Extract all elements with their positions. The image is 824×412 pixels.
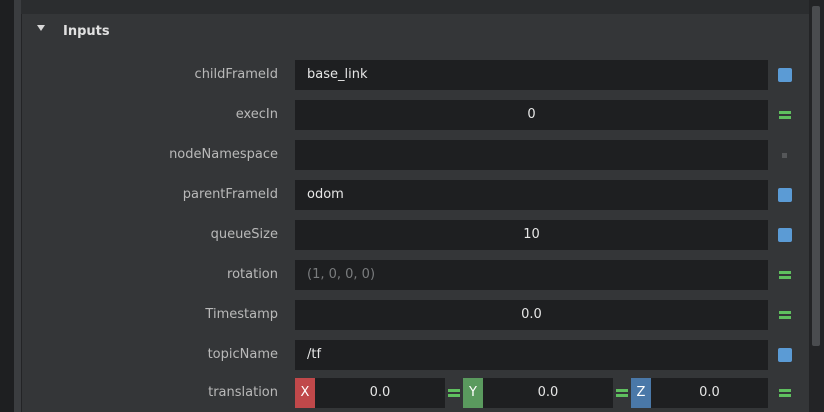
property-label: topicName (207, 347, 278, 362)
top-strip (21, 0, 809, 14)
property-row-parentframeid: parentFrameId odom (22, 180, 810, 212)
equals-icon[interactable] (615, 386, 629, 400)
blue-square-icon[interactable] (778, 188, 792, 202)
property-row-nodenamespace: nodeNamespace (22, 140, 810, 172)
property-label: nodeNamespace (169, 147, 278, 162)
section-title: Inputs (63, 24, 110, 39)
property-label: translation (208, 385, 278, 400)
axis-x-tag: X (295, 378, 315, 408)
axis-z-tag: Z (631, 378, 651, 408)
equals-icon[interactable] (778, 386, 792, 400)
translation-x-field[interactable]: X 0.0 (295, 378, 445, 408)
property-label: queueSize (210, 227, 278, 242)
rotation-input[interactable]: (1, 0, 0, 0) (295, 260, 768, 290)
equals-icon[interactable] (447, 386, 461, 400)
property-row-queuesize: queueSize 10 (22, 220, 810, 252)
queuesize-input[interactable]: 10 (295, 220, 768, 250)
inputs-panel: Inputs childFrameId base_link execIn 0 n… (21, 14, 810, 412)
property-row-topicname: topicName /tf (22, 340, 810, 372)
translation-z-value[interactable]: 0.0 (651, 378, 768, 408)
childframeid-input[interactable]: base_link (295, 60, 768, 90)
property-label: rotation (227, 267, 278, 282)
equals-icon[interactable] (778, 268, 792, 282)
equals-icon[interactable] (778, 108, 792, 122)
scrollbar-thumb[interactable] (812, 6, 820, 346)
execin-input[interactable]: 0 (295, 100, 768, 130)
collapse-triangle-icon[interactable] (37, 25, 45, 31)
timestamp-input[interactable]: 0.0 (295, 300, 768, 330)
property-window: Inputs childFrameId base_link execIn 0 n… (0, 0, 824, 412)
blue-square-icon[interactable] (778, 228, 792, 242)
parentframeid-input[interactable]: odom (295, 180, 768, 210)
property-row-childframeid: childFrameId base_link (22, 60, 810, 92)
property-row-timestamp: Timestamp 0.0 (22, 300, 810, 332)
property-label: childFrameId (194, 67, 278, 82)
property-row-translation: translation X 0.0 Y 0.0 Z 0.0 (22, 378, 810, 410)
property-label: execIn (235, 107, 278, 122)
translation-z-field[interactable]: Z 0.0 (631, 378, 768, 408)
translation-x-value[interactable]: 0.0 (315, 378, 445, 408)
translation-y-value[interactable]: 0.0 (483, 378, 613, 408)
property-row-rotation: rotation (1, 0, 0, 0) (22, 260, 810, 292)
blue-square-icon[interactable] (778, 68, 792, 82)
inputs-section-header[interactable]: Inputs (22, 20, 802, 44)
property-label: Timestamp (205, 307, 278, 322)
translation-y-field[interactable]: Y 0.0 (463, 378, 613, 408)
left-gutter (0, 0, 14, 412)
left-rail (14, 0, 21, 412)
small-dot-icon[interactable] (782, 153, 787, 158)
blue-square-icon[interactable] (778, 348, 792, 362)
property-label: parentFrameId (182, 187, 278, 202)
topicname-input[interactable]: /tf (295, 340, 768, 370)
nodenamespace-input[interactable] (295, 140, 768, 170)
property-row-execin: execIn 0 (22, 100, 810, 132)
equals-icon[interactable] (778, 308, 792, 322)
axis-y-tag: Y (463, 378, 483, 408)
